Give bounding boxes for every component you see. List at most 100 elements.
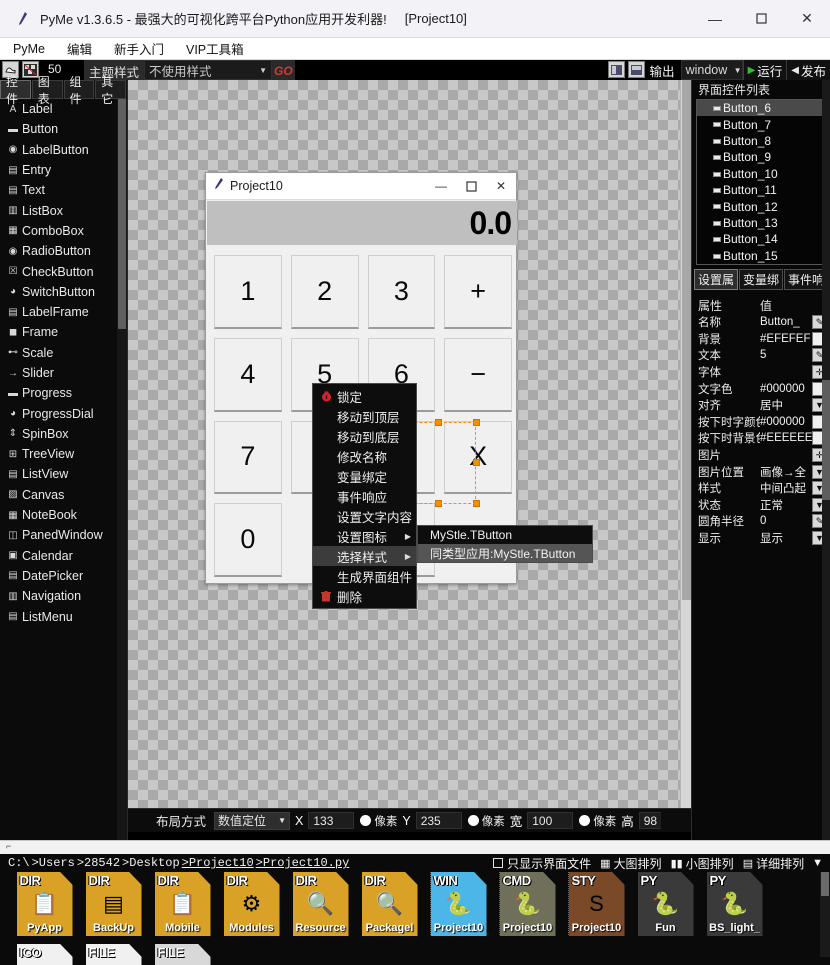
run-button[interactable]: ▶ 运行 — [742, 60, 787, 80]
radio-icon[interactable] — [360, 815, 372, 826]
resize-handle-n[interactable] — [435, 419, 442, 426]
property-value[interactable]: 正常 — [760, 497, 812, 513]
file-item[interactable]: PY 🐍 BS_light_ — [700, 872, 769, 944]
style-submenu[interactable]: MyStle.TButton 同类型应用:MyStle.TButton — [417, 525, 593, 563]
panel-icon[interactable] — [607, 61, 625, 78]
control-list-item-button_11[interactable]: Button_11 — [697, 182, 825, 198]
menu-vip-toolbox[interactable]: VIP工具箱 — [177, 37, 253, 60]
breadcrumb-segment-3[interactable]: >Desktop — [122, 856, 180, 870]
calculator-key-1[interactable]: 1 — [214, 255, 282, 329]
file-item[interactable]: DIR ⚙ Modules — [217, 872, 286, 944]
menu-edit[interactable]: 编辑 — [58, 37, 101, 60]
palette-item-switchbutton[interactable]: ◕ SwitchButton — [0, 282, 118, 302]
layout-mode-select[interactable]: 数值定位 ▼ — [214, 811, 291, 830]
file-item[interactable]: DIR ▤ BackUp — [79, 872, 148, 944]
palette-item-text[interactable]: ▤ Text — [0, 180, 118, 200]
palette-item-canvas[interactable]: ▨ Canvas — [0, 485, 118, 505]
resize-handle-ne[interactable] — [473, 419, 480, 426]
property-value[interactable]: 画像→全 — [760, 464, 812, 480]
breadcrumb-segment-1[interactable]: >Users — [32, 856, 75, 870]
publish-button[interactable]: ◀ 发布 — [786, 60, 830, 80]
calculator-key-−[interactable]: − — [444, 337, 512, 412]
tab-set-properties[interactable]: 设置属 — [694, 269, 739, 290]
design-maximize-button[interactable] — [456, 173, 486, 200]
calculator-key-2[interactable]: 2 — [290, 255, 359, 329]
file-item[interactable]: FILEFILE — [148, 944, 217, 965]
tab-charts[interactable]: 图表 — [31, 75, 63, 106]
context-menu-item-7[interactable]: 设置图标 ▶ — [313, 526, 416, 546]
canvas-vertical-scrollbar[interactable] — [680, 80, 691, 808]
tab-variable-binding[interactable]: 变量绑 — [739, 269, 784, 290]
radio-icon[interactable] — [467, 815, 479, 826]
property-value[interactable]: 中间凸起 — [760, 480, 812, 496]
height-input[interactable]: 98 — [638, 812, 661, 829]
breadcrumb-segment-5[interactable]: >Project10.py — [256, 856, 350, 870]
y-input[interactable]: 235 — [415, 812, 462, 829]
context-menu-item-4[interactable]: 变量绑定 — [313, 466, 416, 486]
property-value[interactable]: #000000 — [760, 383, 812, 395]
theme-style-select[interactable]: 不使用样式 ▼ — [144, 60, 273, 80]
palette-item-label[interactable]: A Label — [0, 99, 118, 119]
context-menu-item-10[interactable]: 删除 — [313, 586, 416, 606]
file-item[interactable]: CMD 🐍 Project10 — [493, 872, 562, 944]
resize-handle-se[interactable] — [473, 500, 480, 507]
panel2-icon[interactable] — [627, 61, 645, 78]
go-button[interactable]: GO — [272, 60, 295, 80]
palette-item-scale[interactable]: ⊷ Scale — [0, 343, 118, 363]
file-item[interactable]: DIR 🔍 Resource — [286, 872, 355, 944]
control-list-item-button_7[interactable]: Button_7 — [697, 116, 825, 132]
width-unit[interactable]: 像素 — [573, 813, 616, 829]
calculator-key-4[interactable]: 4 — [214, 337, 282, 412]
minimize-button[interactable]: — — [692, 0, 738, 38]
view-dropdown-button[interactable]: ▼ — [812, 857, 826, 869]
calculator-key-X[interactable]: X — [444, 420, 512, 495]
context-menu-item-6[interactable]: 设置文字内容 — [313, 506, 416, 526]
calculator-key-7[interactable]: 7 — [214, 420, 282, 495]
property-value[interactable]: #EEEEEE — [760, 432, 812, 444]
file-item[interactable]: DIR 📋 PyApp — [10, 872, 79, 944]
property-value[interactable]: 0 — [760, 515, 812, 527]
control-list-item-button_6[interactable]: Button_6 — [697, 100, 825, 117]
tab-components[interactable]: 组件 — [63, 75, 95, 106]
tab-others[interactable]: 其它 — [95, 75, 126, 106]
properties-scrollbar[interactable] — [822, 80, 830, 840]
breadcrumb-segment-0[interactable]: C:\ — [8, 856, 30, 870]
calculator-key-0[interactable]: 0 — [214, 503, 282, 577]
window-select[interactable]: window ▼ — [680, 60, 743, 80]
menu-getting-started[interactable]: 新手入门 — [105, 37, 173, 60]
palette-scrollbar-thumb[interactable] — [118, 99, 126, 329]
palette-item-entry[interactable]: ▤ Entry — [0, 160, 118, 180]
y-unit[interactable]: 像素 — [462, 813, 505, 829]
palette-item-radiobutton[interactable]: ◉ RadioButton — [0, 241, 118, 261]
palette-item-datepicker[interactable]: ▤ DatePicker — [0, 566, 118, 586]
palette-item-spinbox[interactable]: ⇕ SpinBox — [0, 424, 118, 444]
resize-handle-s[interactable] — [435, 500, 442, 507]
palette-item-progressdial[interactable]: ◕ ProgressDial — [0, 403, 118, 423]
properties-scrollbar-thumb[interactable] — [822, 380, 830, 500]
context-menu-item-9[interactable]: 生成界面组件 — [313, 566, 416, 586]
breadcrumb-segment-4[interactable]: >Project10 — [182, 856, 254, 870]
small-icons-button[interactable]: ▮▮ 小图排列 — [671, 855, 734, 872]
radio-icon[interactable] — [579, 815, 591, 826]
style-submenu-item-1[interactable]: 同类型应用:MyStle.TButton — [418, 544, 592, 562]
control-list[interactable]: Button_6 Button_7 Button_8 Button_9 Button_1… — [696, 99, 826, 265]
widget-context-menu[interactable]: 锁定 移动到顶层 移动到底层 修改名称 变量绑定 事件响应 设置文字内容 设置图标 ▶ 选择样式 ▶… — [312, 383, 417, 609]
palette-item-navigation[interactable]: ▥ Navigation — [0, 586, 118, 606]
width-input[interactable]: 100 — [527, 812, 574, 829]
palette-item-progress[interactable]: ▬ Progress — [0, 383, 118, 403]
palette-item-labelframe[interactable]: ▤ LabelFrame — [0, 302, 118, 322]
tab-controls[interactable]: 控件 — [0, 75, 31, 106]
file-browser-scrollbar-thumb[interactable] — [821, 872, 829, 896]
property-value[interactable]: 显示 — [760, 530, 812, 546]
x-input[interactable]: 133 — [308, 812, 355, 829]
property-value[interactable]: #000000 — [760, 416, 812, 428]
palette-scrollbar[interactable] — [117, 99, 127, 840]
file-browser-scrollbar[interactable] — [820, 872, 830, 957]
palette-item-calendar[interactable]: ▣ Calendar — [0, 546, 118, 566]
control-list-item-button_10[interactable]: Button_10 — [697, 166, 825, 182]
canvas-scrollbar-thumb[interactable] — [682, 80, 691, 600]
context-menu-item-0[interactable]: 锁定 — [313, 386, 416, 406]
file-item[interactable]: DIR 🔍 PackageI — [355, 872, 424, 944]
palette-item-panedwindow[interactable]: ◫ PanedWindow — [0, 525, 118, 545]
context-menu-item-1[interactable]: 移动到顶层 — [313, 406, 416, 426]
